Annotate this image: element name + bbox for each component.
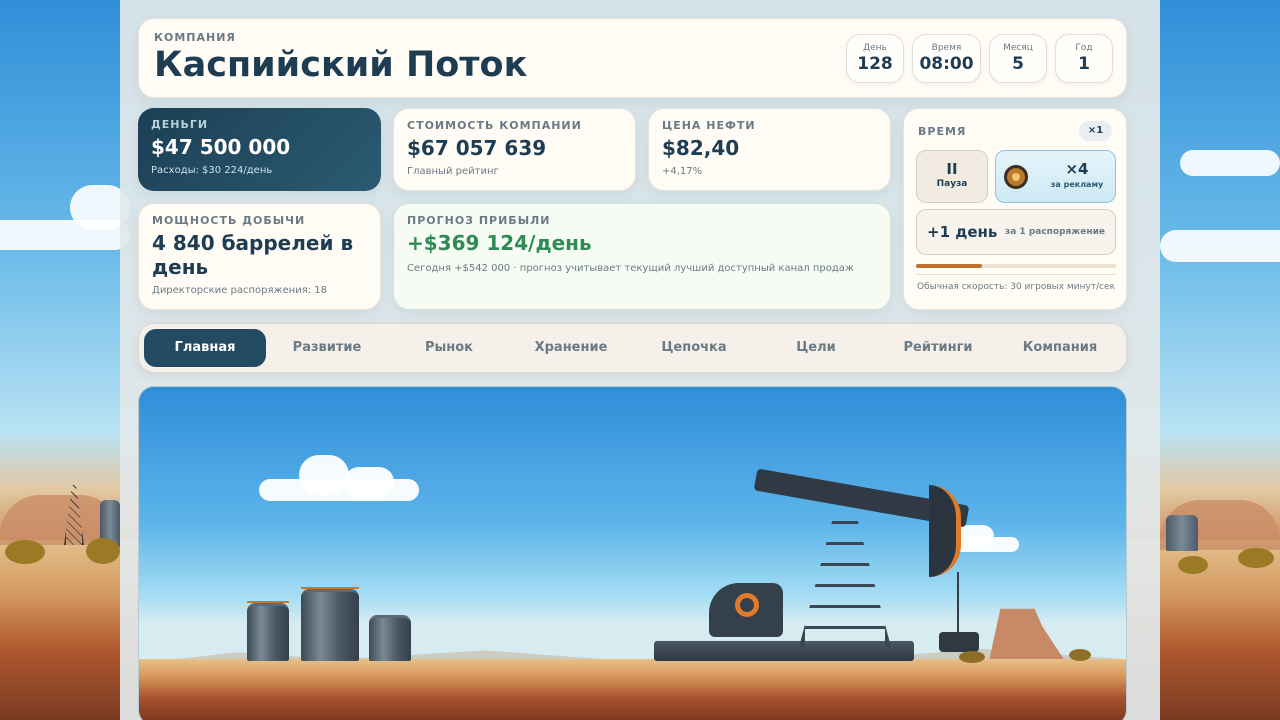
oil-price-card: ЦЕНА НЕФТИ $82,40 +4,17% xyxy=(648,108,891,191)
skip-day-value: +1 день xyxy=(927,223,998,241)
year-stat-value: 1 xyxy=(1078,54,1090,74)
tab-development[interactable]: Развитие xyxy=(266,329,388,367)
month-stat-value: 5 xyxy=(1012,54,1024,74)
tab-chain[interactable]: Цепочка xyxy=(633,329,755,367)
desert-bush xyxy=(959,651,985,663)
storage-tank xyxy=(369,615,411,661)
profit-note: Сегодня +$542 000 · прогноз учитывает те… xyxy=(407,263,854,274)
profit-value: +$369 124/день xyxy=(407,231,592,255)
month-stat: Месяц 5 xyxy=(989,34,1047,83)
speed-badge: ×1 xyxy=(1079,121,1112,141)
director-orders-text: Директорские распоряжения: 18 xyxy=(152,285,327,296)
time-stat-label: Время xyxy=(931,43,962,53)
company-value-amount: $67 057 639 xyxy=(407,136,547,160)
cloud xyxy=(344,467,394,497)
production-label: МОЩНОСТЬ ДОБЫЧИ xyxy=(152,214,306,227)
pause-label: Пауза xyxy=(936,179,968,189)
tab-ratings[interactable]: Рейтинги xyxy=(877,329,999,367)
speed-note: Обычная скорость: 30 игровых минут/сек xyxy=(917,282,1115,292)
year-stat-label: Год xyxy=(1075,43,1093,53)
company-value-card: СТОИМОСТЬ КОМПАНИИ $67 057 639 Главный р… xyxy=(393,108,636,191)
pumpjack-horsehead xyxy=(929,485,961,577)
time-label: ВРЕМЯ xyxy=(918,125,967,138)
mesa-rock xyxy=(989,608,1065,661)
company-header: КОМПАНИЯ Каспийский Поток День 128 Время… xyxy=(138,18,1127,98)
oil-price-label: ЦЕНА НЕФТИ xyxy=(662,119,756,132)
tab-market[interactable]: Рынок xyxy=(388,329,510,367)
time-stat: Время 08:00 xyxy=(912,34,981,83)
skip-day-button[interactable]: +1 день за 1 распоряжение xyxy=(916,209,1116,255)
expenses-text: Расходы: $30 224/день xyxy=(151,165,273,176)
day-progress-fill xyxy=(916,264,982,268)
desert-ground xyxy=(139,659,1126,720)
day-progress-bar xyxy=(916,264,1116,268)
oil-price-value: $82,40 xyxy=(662,136,740,160)
speed-x4-value: ×4 xyxy=(1065,160,1089,178)
tank-railing xyxy=(247,601,289,603)
company-value-label: СТОИМОСТЬ КОМПАНИИ xyxy=(407,119,582,132)
wellhead-valve xyxy=(939,632,979,652)
storage-tank xyxy=(301,589,359,661)
speed-x4-label: за рекламу xyxy=(1050,180,1104,189)
time-stat-value: 08:00 xyxy=(919,54,974,74)
money-card: ДЕНЬГИ $47 500 000 Расходы: $30 224/день xyxy=(138,108,381,191)
profit-label: ПРОГНОЗ ПРИБЫЛИ xyxy=(407,214,551,227)
money-value: $47 500 000 xyxy=(151,135,291,159)
pause-button[interactable]: II Пауза xyxy=(916,150,988,203)
profit-forecast-card: ПРОГНОЗ ПРИБЫЛИ +$369 124/день Сегодня +… xyxy=(393,203,891,310)
skip-day-cost: за 1 распоряжение xyxy=(1005,227,1105,237)
speed-x4-ad-button[interactable]: ×4 за рекламу xyxy=(995,150,1116,203)
production-card: МОЩНОСТЬ ДОБЫЧИ 4 840 баррелей в день Ди… xyxy=(138,203,381,310)
time-panel: ВРЕМЯ ×1 II Пауза ×4 за рекламу +1 день … xyxy=(903,108,1127,310)
tab-company[interactable]: Компания xyxy=(999,329,1121,367)
film-reel-icon xyxy=(1004,165,1028,189)
tab-storage[interactable]: Хранение xyxy=(510,329,632,367)
pumpjack-frame xyxy=(799,507,891,647)
oil-price-change: +4,17% xyxy=(662,166,703,177)
company-value-sub: Главный рейтинг xyxy=(407,166,499,177)
day-stat: День 128 xyxy=(846,34,904,83)
money-label: ДЕНЬГИ xyxy=(151,118,209,131)
oilfield-scene xyxy=(138,386,1127,720)
month-stat-label: Месяц xyxy=(1003,43,1033,53)
tab-main[interactable]: Главная xyxy=(144,329,266,367)
day-stat-value: 128 xyxy=(857,54,893,74)
year-stat: Год 1 xyxy=(1055,34,1113,83)
company-label: КОМПАНИЯ xyxy=(154,31,236,44)
day-stat-label: День xyxy=(863,43,887,53)
storage-tank xyxy=(247,603,289,661)
main-tabs: Главная Развитие Рынок Хранение Цепочка … xyxy=(138,323,1127,373)
production-value: 4 840 баррелей в день xyxy=(152,231,354,279)
cloud xyxy=(299,455,349,495)
company-name: Каспийский Поток xyxy=(154,45,528,85)
tab-goals[interactable]: Цели xyxy=(755,329,877,367)
tank-railing xyxy=(301,587,359,589)
pause-icon: II xyxy=(946,160,958,178)
pumpjack-gear xyxy=(735,593,759,617)
desert-bush xyxy=(1069,649,1091,661)
divider xyxy=(916,274,1116,275)
